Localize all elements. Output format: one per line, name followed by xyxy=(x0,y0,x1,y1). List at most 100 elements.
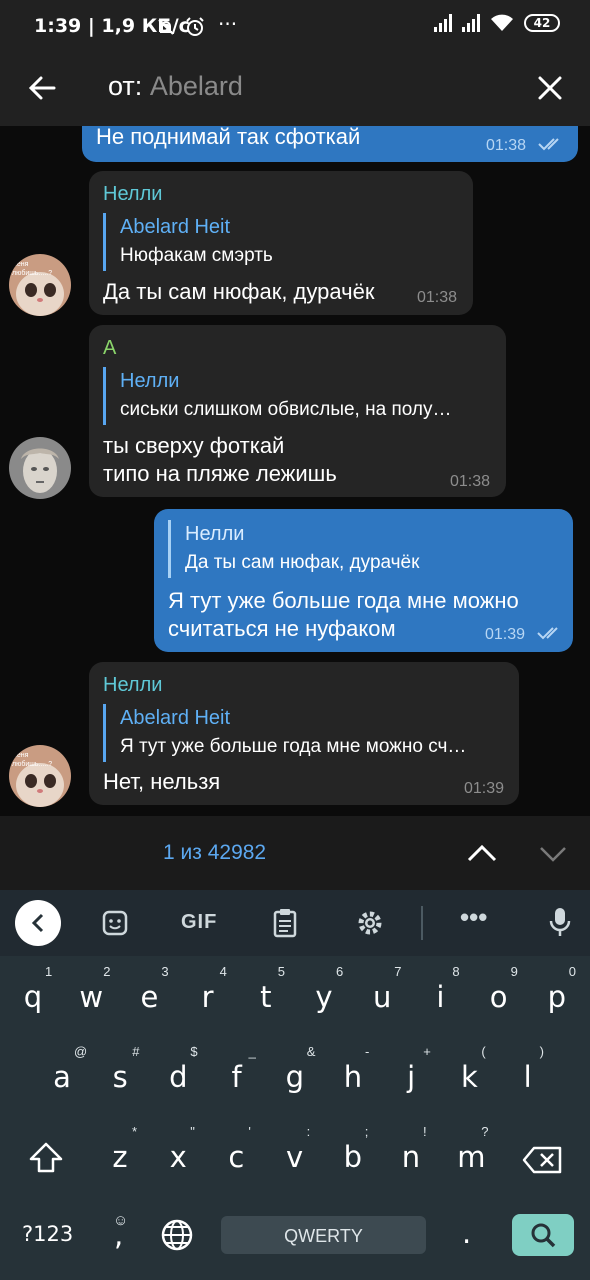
avatar[interactable]: меня любишь.....? xyxy=(9,254,71,316)
signal-icon xyxy=(434,14,452,32)
message-text-line: считаться не нуфаком xyxy=(168,616,396,641)
search-result-counter: 1 из 42982 xyxy=(163,841,267,864)
key-y[interactable]: y xyxy=(312,980,336,1014)
key-hint: $ xyxy=(190,1044,198,1059)
key-k[interactable]: k xyxy=(457,1060,481,1094)
shift-icon[interactable] xyxy=(28,1142,64,1174)
key-hint: # xyxy=(132,1044,140,1059)
message-bubble[interactable]: А Нелли сиськи слишком обвислые, на полу… xyxy=(89,325,506,497)
key-g[interactable]: g xyxy=(283,1060,307,1094)
search-key[interactable] xyxy=(512,1214,574,1256)
key-hint: 0 xyxy=(568,964,577,979)
more-options-icon[interactable]: ••• xyxy=(460,902,487,933)
key-s[interactable]: s xyxy=(108,1060,132,1094)
mute-icon xyxy=(158,19,174,35)
key-hint: 3 xyxy=(161,964,169,979)
message-time: 01:38 xyxy=(450,473,491,490)
key-hint: + xyxy=(423,1044,431,1059)
reply-quote[interactable]: Нелли сиськи слишком обвислые, на полу… xyxy=(103,367,503,425)
key-h[interactable]: h xyxy=(341,1060,365,1094)
clipboard-icon[interactable] xyxy=(273,908,297,938)
search-query: Abelard xyxy=(149,71,243,101)
key-j[interactable]: j xyxy=(399,1060,423,1094)
chat-area[interactable]: Не поднимай так сфоткай 01:38 Нелли Abel… xyxy=(0,126,590,816)
battery-icon: 42 xyxy=(524,14,560,32)
message-bubble[interactable]: Нелли Да ты сам нюфак, дурачёк Я тут уже… xyxy=(154,509,573,652)
reply-quote[interactable]: Abelard Heit Нюфакам смэрть xyxy=(103,213,470,271)
key-hint: " xyxy=(190,1124,195,1139)
read-checkmarks-icon xyxy=(538,138,559,151)
key-z[interactable]: z xyxy=(108,1140,132,1174)
search-input[interactable]: от: Abelard xyxy=(108,71,243,102)
key-f[interactable]: f xyxy=(225,1060,249,1094)
back-arrow-icon[interactable] xyxy=(26,72,58,104)
key-i[interactable]: i xyxy=(428,980,452,1014)
key-hint: ; xyxy=(364,1124,369,1139)
key-hint: 6 xyxy=(336,964,344,979)
key-hint: ! xyxy=(423,1124,427,1139)
sticker-icon[interactable] xyxy=(102,910,128,936)
key-c[interactable]: c xyxy=(224,1140,248,1174)
search-icon xyxy=(531,1223,556,1248)
key-b[interactable]: b xyxy=(341,1140,365,1174)
chevron-down-icon[interactable] xyxy=(538,844,568,864)
collapse-toolbar-button[interactable] xyxy=(15,900,61,946)
cat-meme-avatar-icon: меня любишь.....? xyxy=(9,254,71,316)
space-bar-label: QWERTY xyxy=(284,1226,363,1246)
alarm-icon xyxy=(186,17,204,36)
close-icon[interactable] xyxy=(534,72,566,104)
chevron-up-icon[interactable] xyxy=(466,840,498,864)
search-prefix: от: xyxy=(108,71,143,101)
reply-quote[interactable]: Abelard Heit Я тут уже больше года мне м… xyxy=(103,704,516,762)
reply-author: Нелли xyxy=(185,523,245,545)
key-o[interactable]: o xyxy=(487,980,511,1014)
key-hint: 1 xyxy=(45,964,53,979)
message-text-line: Я тут уже больше года мне можно xyxy=(168,588,519,613)
key-hint: : xyxy=(306,1124,311,1139)
key-d[interactable]: d xyxy=(166,1060,190,1094)
key-v[interactable]: v xyxy=(283,1140,307,1174)
reply-quote[interactable]: Нелли Да ты сам нюфак, дурачёк xyxy=(168,520,570,578)
key-n[interactable]: n xyxy=(399,1140,423,1174)
gif-button[interactable]: GIF xyxy=(181,911,217,934)
key-q[interactable]: q xyxy=(21,980,45,1014)
signal-icon-2 xyxy=(462,14,480,32)
key-a[interactable]: a xyxy=(50,1060,74,1094)
key-hint: 2 xyxy=(103,964,111,979)
key-hint: 4 xyxy=(219,964,227,979)
key-u[interactable]: u xyxy=(370,980,394,1014)
svg-text:меня: меня xyxy=(12,261,29,268)
key-hint: 7 xyxy=(394,964,402,979)
message-sender: Нелли xyxy=(103,183,163,205)
key-l[interactable]: l xyxy=(516,1060,540,1094)
symbols-key[interactable]: ?123 xyxy=(22,1222,73,1246)
microphone-icon[interactable] xyxy=(549,906,571,938)
key-hint: ' xyxy=(248,1124,251,1139)
message-bubble[interactable]: Не поднимай так сфоткай 01:38 xyxy=(82,126,578,162)
key-p[interactable]: p xyxy=(545,980,569,1014)
key-t[interactable]: t xyxy=(254,980,278,1014)
space-bar[interactable]: QWERTY xyxy=(221,1216,426,1254)
settings-gear-icon[interactable] xyxy=(356,909,384,937)
period-key[interactable]: . xyxy=(462,1216,471,1250)
key-x[interactable]: x xyxy=(166,1140,190,1174)
avatar[interactable]: меня любишь.....? xyxy=(9,745,71,807)
message-bubble[interactable]: Нелли Abelard Heit Я тут уже больше года… xyxy=(89,662,519,805)
key-hint: 8 xyxy=(452,964,460,979)
key-r[interactable]: r xyxy=(196,980,220,1014)
backspace-icon[interactable] xyxy=(522,1146,562,1174)
avatar[interactable] xyxy=(9,437,71,499)
reply-text: Я тут уже больше года мне можно сч… xyxy=(120,736,467,757)
globe-icon[interactable] xyxy=(160,1218,194,1252)
svg-text:любишь.....?: любишь.....? xyxy=(12,760,52,768)
message-text: Нет, нельзя xyxy=(103,769,221,794)
key-hint: ? xyxy=(481,1124,489,1139)
key-hint: ( xyxy=(481,1044,486,1059)
comma-key[interactable]: , xyxy=(114,1218,123,1252)
message-text-line: типо на пляже лежишь xyxy=(103,461,337,486)
key-e[interactable]: e xyxy=(137,980,161,1014)
chevron-left-icon xyxy=(31,913,44,933)
message-bubble[interactable]: Нелли Abelard Heit Нюфакам смэрть Да ты … xyxy=(89,171,473,315)
key-m[interactable]: m xyxy=(457,1140,485,1174)
key-w[interactable]: w xyxy=(79,980,103,1014)
